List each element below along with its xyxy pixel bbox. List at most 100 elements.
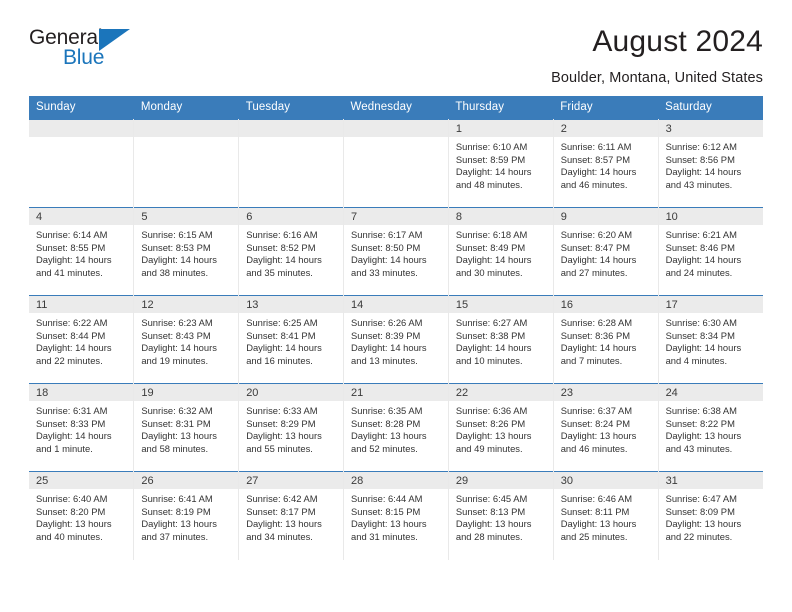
calendar-day-cell[interactable]: 23 Sunrise: 6:37 AM Sunset: 8:24 PM Dayligh… <box>553 383 659 472</box>
calendar-day-cell[interactable]: 13 Sunrise: 6:25 AM Sunset: 8:41 PM Dayligh… <box>238 295 345 384</box>
calendar-day-cell[interactable]: 11 Sunrise: 6:22 AM Sunset: 8:44 PM Dayligh… <box>29 295 135 384</box>
detail-line-sunrise: Sunrise: 6:16 AM <box>246 229 318 240</box>
detail-line-sunset: Sunset: 8:47 PM <box>560 241 631 253</box>
detail-line-sunset: Sunset: 8:24 PM <box>560 417 631 429</box>
day-cell-inner: 1 Sunrise: 6:10 AM Sunset: 8:59 PM Daylight… <box>448 120 553 207</box>
calendar-day-cell[interactable]: 16 Sunrise: 6:28 AM Sunset: 8:36 PM Dayligh… <box>553 295 659 384</box>
day-sun-details: Sunrise: 6:11 AM Sunset: 8:57 PM Daylight:… <box>554 137 658 191</box>
detail-line-daylight1: Daylight: 14 hours <box>560 254 637 266</box>
day-number: 28 <box>344 472 448 489</box>
day-sun-details: Sunrise: 6:26 AM Sunset: 8:39 PM Daylight:… <box>344 313 448 367</box>
detail-line-daylight2: and 48 minutes. <box>455 178 523 190</box>
detail-line-sunrise: Sunrise: 6:22 AM <box>36 317 108 328</box>
detail-line-daylight1: Daylight: 13 hours <box>36 518 112 530</box>
calendar-day-cell[interactable]: 20 Sunrise: 6:33 AM Sunset: 8:29 PM Dayligh… <box>238 383 345 472</box>
day-number: 27 <box>239 472 344 489</box>
day-number: 6 <box>239 208 344 225</box>
detail-line-daylight2: and 28 minutes. <box>455 530 523 542</box>
day-sun-details: Sunrise: 6:42 AM Sunset: 8:17 PM Daylight:… <box>239 489 343 543</box>
day-cell-inner: 26 Sunrise: 6:41 AM Sunset: 8:19 PM Dayligh… <box>134 472 239 560</box>
detail-line-daylight2: and 31 minutes. <box>351 530 418 542</box>
day-cell-inner: 23 Sunrise: 6:37 AM Sunset: 8:24 PM Dayligh… <box>553 384 658 471</box>
calendar-week-row: 11 Sunrise: 6:22 AM Sunset: 8:44 PM Dayligh… <box>29 295 763 384</box>
calendar-day-cell[interactable]: 6 Sunrise: 6:16 AM Sunset: 8:52 PM Daylight… <box>238 207 345 296</box>
calendar-day-cell[interactable]: 2 Sunrise: 6:11 AM Sunset: 8:57 PM Daylight… <box>553 119 659 208</box>
detail-line-daylight1: Daylight: 14 hours <box>141 342 217 354</box>
calendar-day-cell[interactable]: 3 Sunrise: 6:12 AM Sunset: 8:56 PM Daylight… <box>658 119 763 208</box>
day-sun-details: Sunrise: 6:35 AM Sunset: 8:28 PM Daylight:… <box>344 401 448 455</box>
calendar-day-cell[interactable]: 28 Sunrise: 6:44 AM Sunset: 8:15 PM Dayligh… <box>343 471 449 560</box>
detail-line-sunset: Sunset: 8:56 PM <box>665 153 735 165</box>
detail-line-sunrise: Sunrise: 6:37 AM <box>560 405 633 416</box>
calendar-day-cell[interactable]: 10 Sunrise: 6:21 AM Sunset: 8:46 PM Dayligh… <box>658 207 763 296</box>
calendar-day-cell[interactable]: 26 Sunrise: 6:41 AM Sunset: 8:19 PM Dayligh… <box>133 471 240 560</box>
day-cell-inner: 17 Sunrise: 6:30 AM Sunset: 8:34 PM Dayligh… <box>658 296 763 383</box>
calendar-day-cell[interactable]: 18 Sunrise: 6:31 AM Sunset: 8:33 PM Dayligh… <box>29 383 135 472</box>
day-cell-inner: 7 Sunrise: 6:17 AM Sunset: 8:50 PM Daylight… <box>344 208 448 295</box>
detail-line-daylight2: and 13 minutes. <box>351 354 418 366</box>
calendar-day-cell[interactable]: 14 Sunrise: 6:26 AM Sunset: 8:39 PM Dayligh… <box>343 295 449 384</box>
day-number <box>344 120 448 137</box>
detail-line-sunrise: Sunrise: 6:38 AM <box>665 405 737 416</box>
detail-line-sunrise: Sunrise: 6:32 AM <box>141 405 213 416</box>
detail-line-sunset: Sunset: 8:46 PM <box>665 241 735 253</box>
calendar-day-cell[interactable]: 29 Sunrise: 6:45 AM Sunset: 8:13 PM Dayligh… <box>448 471 554 560</box>
calendar-day-cell-empty <box>343 119 449 208</box>
day-number: 21 <box>344 384 448 401</box>
weekday-header-friday: Friday <box>553 96 659 120</box>
calendar-day-cell[interactable]: 8 Sunrise: 6:18 AM Sunset: 8:49 PM Daylight… <box>448 207 554 296</box>
day-sun-details: Sunrise: 6:21 AM Sunset: 8:46 PM Daylight:… <box>659 225 763 279</box>
calendar-day-cell[interactable]: 15 Sunrise: 6:27 AM Sunset: 8:38 PM Dayligh… <box>448 295 554 384</box>
day-cell-inner: 15 Sunrise: 6:27 AM Sunset: 8:38 PM Dayligh… <box>448 296 553 383</box>
day-sun-details: Sunrise: 6:28 AM Sunset: 8:36 PM Daylight:… <box>554 313 658 367</box>
day-number: 2 <box>553 120 658 137</box>
calendar-day-cell[interactable]: 9 Sunrise: 6:20 AM Sunset: 8:47 PM Daylight… <box>553 207 659 296</box>
calendar-day-cell[interactable]: 19 Sunrise: 6:32 AM Sunset: 8:31 PM Dayligh… <box>133 383 240 472</box>
day-number <box>239 120 344 137</box>
calendar-day-cell[interactable]: 30 Sunrise: 6:46 AM Sunset: 8:11 PM Dayligh… <box>553 471 659 560</box>
detail-line-daylight2: and 19 minutes. <box>141 354 209 366</box>
calendar-day-cell[interactable]: 25 Sunrise: 6:40 AM Sunset: 8:20 PM Dayligh… <box>29 471 135 560</box>
detail-line-daylight2: and 4 minutes. <box>665 354 728 366</box>
logo-general-blue[interactable]: General Blue <box>29 22 149 70</box>
day-sun-details: Sunrise: 6:45 AM Sunset: 8:13 PM Daylight:… <box>449 489 553 543</box>
calendar-day-cell[interactable]: 17 Sunrise: 6:30 AM Sunset: 8:34 PM Dayligh… <box>658 295 763 384</box>
day-cell-inner: 27 Sunrise: 6:42 AM Sunset: 8:17 PM Dayligh… <box>239 472 344 560</box>
detail-line-sunset: Sunset: 8:44 PM <box>36 329 106 341</box>
detail-line-sunset: Sunset: 8:26 PM <box>455 417 526 429</box>
day-number: 11 <box>29 296 134 313</box>
calendar-day-cell[interactable]: 1 Sunrise: 6:10 AM Sunset: 8:59 PM Daylight… <box>448 119 554 208</box>
day-sun-details: Sunrise: 6:38 AM Sunset: 8:22 PM Daylight:… <box>659 401 763 455</box>
detail-line-daylight1: Daylight: 13 hours <box>246 430 322 442</box>
detail-line-sunrise: Sunrise: 6:23 AM <box>141 317 213 328</box>
weekday-header-monday: Monday <box>133 96 239 120</box>
detail-line-sunset: Sunset: 8:13 PM <box>455 505 526 517</box>
detail-line-daylight1: Daylight: 14 hours <box>36 254 112 266</box>
calendar-day-cell[interactable]: 27 Sunrise: 6:42 AM Sunset: 8:17 PM Dayligh… <box>238 471 345 560</box>
day-cell-inner: 29 Sunrise: 6:45 AM Sunset: 8:13 PM Dayligh… <box>448 472 553 560</box>
detail-line-sunrise: Sunrise: 6:25 AM <box>246 317 318 328</box>
calendar-day-cell[interactable]: 7 Sunrise: 6:17 AM Sunset: 8:50 PM Daylight… <box>343 207 449 296</box>
detail-line-sunrise: Sunrise: 6:46 AM <box>560 493 633 504</box>
calendar-day-cell[interactable]: 22 Sunrise: 6:36 AM Sunset: 8:26 PM Dayligh… <box>448 383 554 472</box>
detail-line-sunrise: Sunrise: 6:17 AM <box>351 229 423 240</box>
detail-line-sunrise: Sunrise: 6:26 AM <box>351 317 423 328</box>
calendar-day-cell[interactable]: 12 Sunrise: 6:23 AM Sunset: 8:43 PM Dayligh… <box>133 295 240 384</box>
calendar-day-cell[interactable]: 24 Sunrise: 6:38 AM Sunset: 8:22 PM Dayligh… <box>658 383 763 472</box>
calendar-day-cell[interactable]: 4 Sunrise: 6:14 AM Sunset: 8:55 PM Daylight… <box>29 207 135 296</box>
detail-line-daylight1: Daylight: 13 hours <box>560 518 637 530</box>
detail-line-daylight1: Daylight: 14 hours <box>351 254 427 266</box>
day-number: 8 <box>448 208 553 225</box>
day-number: 7 <box>344 208 448 225</box>
calendar-day-cell[interactable]: 21 Sunrise: 6:35 AM Sunset: 8:28 PM Dayligh… <box>343 383 449 472</box>
calendar-day-cell[interactable]: 5 Sunrise: 6:15 AM Sunset: 8:53 PM Daylight… <box>133 207 240 296</box>
day-cell-inner: 8 Sunrise: 6:18 AM Sunset: 8:49 PM Daylight… <box>448 208 553 295</box>
day-sun-details: Sunrise: 6:44 AM Sunset: 8:15 PM Daylight:… <box>344 489 448 543</box>
detail-line-sunrise: Sunrise: 6:36 AM <box>455 405 528 416</box>
day-number: 24 <box>658 384 763 401</box>
calendar-page: General Blue August 2024 Boulder, Montan… <box>0 0 792 612</box>
detail-line-sunset: Sunset: 8:19 PM <box>141 505 211 517</box>
detail-line-sunset: Sunset: 8:11 PM <box>560 505 630 517</box>
day-sun-details: Sunrise: 6:40 AM Sunset: 8:20 PM Daylight:… <box>29 489 133 543</box>
calendar-day-cell[interactable]: 31 Sunrise: 6:47 AM Sunset: 8:09 PM Dayligh… <box>658 471 763 560</box>
